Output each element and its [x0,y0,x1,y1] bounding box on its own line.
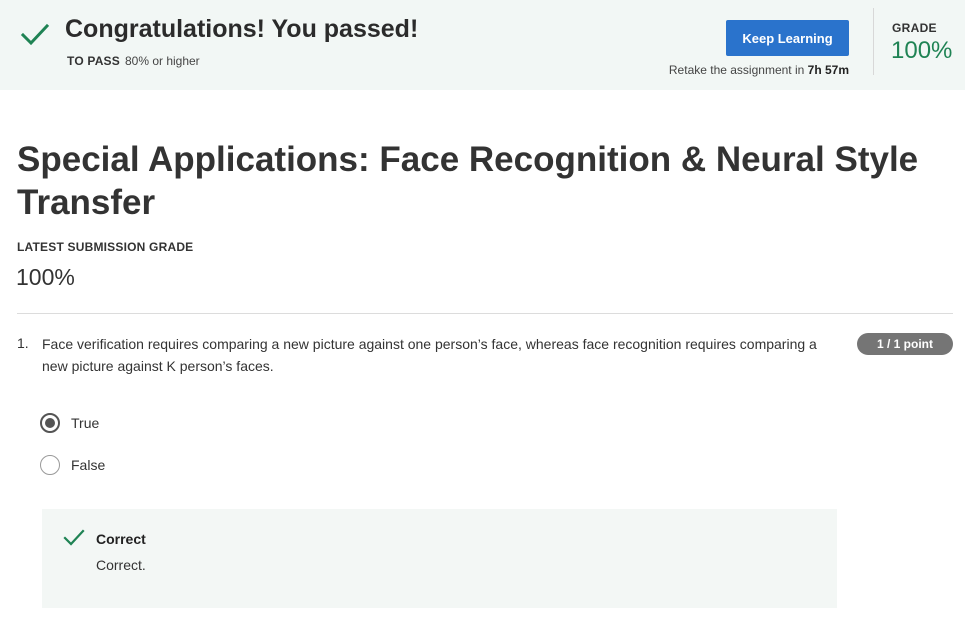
page-title: Special Applications: Face Recognition &… [17,140,919,222]
points-badge: 1 / 1 point [857,333,953,355]
check-icon [63,529,85,546]
pass-threshold: TO PASS 80% or higher [67,54,200,68]
to-pass-label: TO PASS [67,54,120,68]
result-banner: Congratulations! You passed! TO PASS 80% … [0,0,965,90]
feedback-text: Correct. [96,557,146,573]
retake-prefix: Retake the assignment in [668,63,808,77]
check-icon [20,23,50,46]
retake-timer: Retake the assignment in 7h 57m [620,63,849,77]
question-number: 1. [17,335,29,351]
option-false[interactable]: False [40,454,105,476]
feedback-title: Correct [96,531,146,547]
radio-unselected[interactable] [40,455,60,475]
grade-value: 100% [891,37,953,64]
to-pass-value: 80% or higher [124,54,200,68]
latest-grade-label: LATEST SUBMISSION GRADE [17,240,194,254]
option-label: True [71,415,100,431]
feedback-box: Correct Correct. [42,509,837,608]
option-label: False [71,457,106,473]
divider [873,8,874,75]
option-true[interactable]: True [40,412,99,434]
radio-selected[interactable] [40,413,60,433]
keep-learning-button[interactable]: Keep Learning [726,20,849,56]
question-text: Face verification requires comparing a n… [42,336,817,374]
section-divider [17,313,953,314]
grade-label: GRADE [892,21,937,35]
pass-title: Congratulations! You passed! [65,15,419,43]
retake-time: 7h 57m [807,63,849,77]
latest-grade-value: 100% [16,264,75,290]
